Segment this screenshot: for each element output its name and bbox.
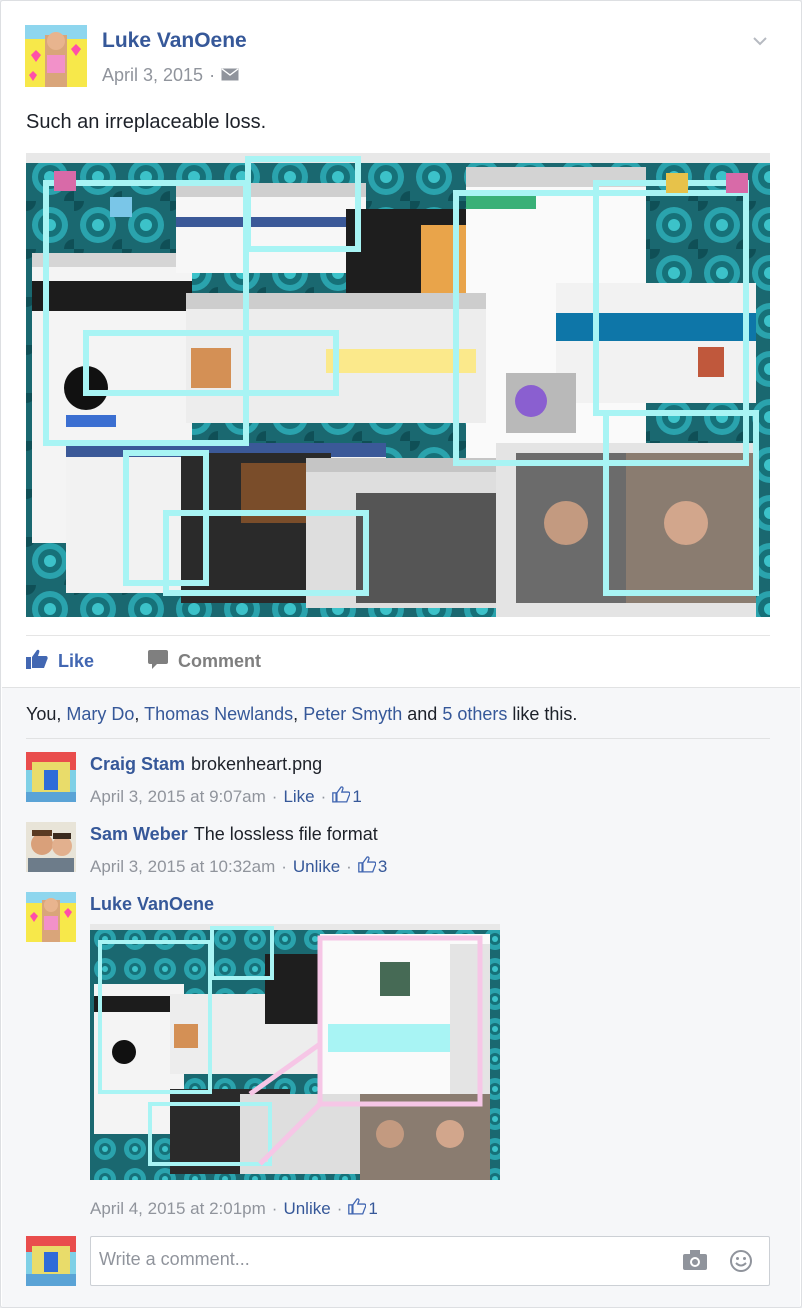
thumbs-up-icon [348, 1198, 367, 1220]
reaction-number: 3 [377, 857, 388, 876]
liker-link[interactable]: Thomas Newlands [144, 704, 293, 724]
comment-item: Sam Weber The lossless file format April … [26, 822, 770, 882]
commenter-name[interactable]: Craig Stam [90, 754, 185, 774]
comment-image[interactable] [90, 924, 500, 1180]
commenter-name[interactable]: Luke VanOene [90, 894, 214, 914]
comment-timestamp[interactable]: April 4, 2015 at 2:01pm [90, 1199, 266, 1219]
meta-separator: · [209, 65, 216, 85]
author-name[interactable]: Luke VanOene [102, 29, 247, 53]
comment-text: The lossless file format [193, 824, 378, 844]
liker-link[interactable]: Peter Smyth [303, 704, 402, 724]
comments-section: You, Mary Do, Thomas Newlands, Peter Smy… [2, 687, 800, 1307]
comment-input-box[interactable] [90, 1236, 770, 1286]
smiley-icon[interactable] [729, 1249, 753, 1278]
comment-timestamp[interactable]: April 3, 2015 at 9:07am [90, 787, 266, 807]
reaction-count[interactable]: 3 [357, 856, 388, 878]
likes-others-link[interactable]: 5 others [442, 704, 507, 724]
comment-input[interactable] [99, 1249, 659, 1270]
commenter-avatar[interactable] [26, 752, 76, 802]
likes-prefix: You, [26, 704, 62, 724]
liker-link[interactable]: Mary Do [66, 704, 134, 724]
thumbs-up-icon [332, 786, 351, 808]
post-meta: April 3, 2015 · [102, 65, 239, 86]
envelope-icon [221, 65, 239, 86]
action-divider [26, 635, 770, 636]
commenter-name[interactable]: Sam Weber [90, 824, 188, 844]
post-image[interactable] [26, 153, 770, 617]
comment-meta: April 4, 2015 at 2:01pm · Unlike · 1 [90, 1198, 378, 1220]
comment-meta: April 3, 2015 at 9:07am · Like · 1 [90, 786, 362, 808]
likes-and: and [407, 704, 438, 724]
current-user-avatar [26, 1236, 76, 1286]
thumbs-up-icon [26, 649, 48, 674]
reaction-count[interactable]: 1 [348, 1198, 378, 1220]
post-date[interactable]: April 3, 2015 [102, 65, 203, 86]
comment-item: Craig Stam brokenheart.png April 3, 2015 … [26, 752, 770, 812]
like-button[interactable]: Like [26, 649, 94, 674]
reaction-count[interactable]: 1 [332, 786, 362, 808]
author-avatar[interactable] [25, 25, 87, 87]
likes-divider [26, 738, 770, 739]
write-comment-row [26, 1236, 770, 1288]
comment-like-button[interactable]: Like [283, 787, 314, 807]
reaction-number: 1 [368, 1199, 378, 1218]
comment-timestamp[interactable]: April 3, 2015 at 10:32am [90, 857, 275, 877]
post-card: Luke VanOene April 3, 2015 · Such an irr… [0, 0, 802, 1308]
camera-icon[interactable] [683, 1250, 707, 1275]
comment-content: Luke VanOene [90, 894, 220, 915]
post-text: Such an irreplaceable loss. [26, 111, 267, 133]
speech-bubble-icon [148, 649, 169, 674]
post-header: Luke VanOene April 3, 2015 · [25, 25, 785, 95]
comment-item: Luke VanOene April 4, 2015 at 2:01pm · U… [26, 892, 770, 1222]
comment-content: Craig Stam brokenheart.png [90, 754, 322, 775]
post-actions: Like Comment [26, 641, 261, 681]
chevron-down-icon[interactable] [753, 33, 767, 47]
comment-unlike-button[interactable]: Unlike [293, 857, 340, 877]
comment-label: Comment [178, 650, 262, 671]
comment-meta: April 3, 2015 at 10:32am · Unlike · 3 [90, 856, 388, 878]
like-label: Like [58, 650, 95, 671]
comment-content: Sam Weber The lossless file format [90, 824, 378, 845]
reaction-number: 1 [352, 787, 362, 806]
commenter-avatar[interactable] [26, 822, 76, 872]
likes-suffix: like this. [512, 704, 578, 724]
comment-button[interactable]: Comment [148, 649, 261, 674]
commenter-avatar[interactable] [26, 892, 76, 942]
comment-text: brokenheart.png [191, 754, 323, 774]
likes-summary: You, Mary Do, Thomas Newlands, Peter Smy… [26, 704, 578, 724]
thumbs-up-icon [357, 856, 377, 878]
comment-unlike-button[interactable]: Unlike [283, 1199, 330, 1219]
